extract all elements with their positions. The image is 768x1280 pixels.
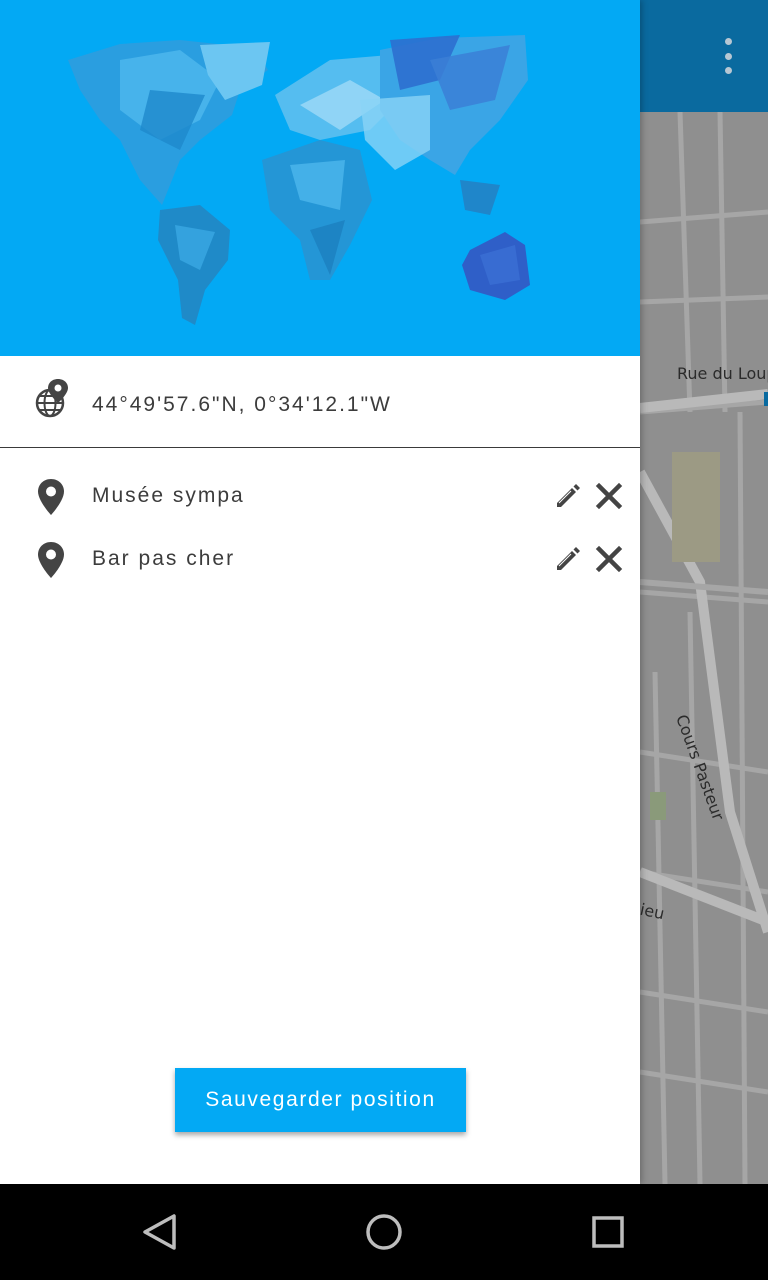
world-map-illustration <box>68 35 530 325</box>
recents-square-icon[interactable] <box>584 1208 632 1256</box>
street-label-rue-du-loup: Rue du Loup <box>677 364 768 383</box>
home-circle-icon[interactable] <box>360 1208 408 1256</box>
more-vert-icon[interactable] <box>716 36 740 76</box>
place-pin-icon <box>38 542 64 578</box>
close-icon[interactable] <box>595 545 623 573</box>
navigation-drawer: 44°49'57.6"N, 0°34'12.1"W Musée sympa Ba… <box>0 0 640 1184</box>
system-navigation-bar <box>0 1184 768 1280</box>
app-screen: Rue du Loup Cours Pasteur ieu 44°49'57.6… <box>0 0 768 1280</box>
place-pin-icon <box>38 479 64 515</box>
close-icon[interactable] <box>595 482 623 510</box>
globe-pin-icon <box>35 379 68 418</box>
save-position-button[interactable]: Sauvegarder position <box>175 1068 466 1132</box>
place-item[interactable]: Musée sympa <box>0 464 640 526</box>
place-item[interactable]: Bar pas cher <box>0 527 640 589</box>
pencil-icon[interactable] <box>554 482 582 510</box>
drawer-header <box>0 0 640 356</box>
current-position-row: 44°49'57.6"N, 0°34'12.1"W <box>0 356 640 448</box>
current-coordinates: 44°49'57.6"N, 0°34'12.1"W <box>92 393 392 416</box>
back-triangle-icon[interactable] <box>136 1208 184 1256</box>
place-label: Musée sympa <box>92 484 245 507</box>
place-label: Bar pas cher <box>92 547 236 570</box>
pencil-icon[interactable] <box>554 545 582 573</box>
